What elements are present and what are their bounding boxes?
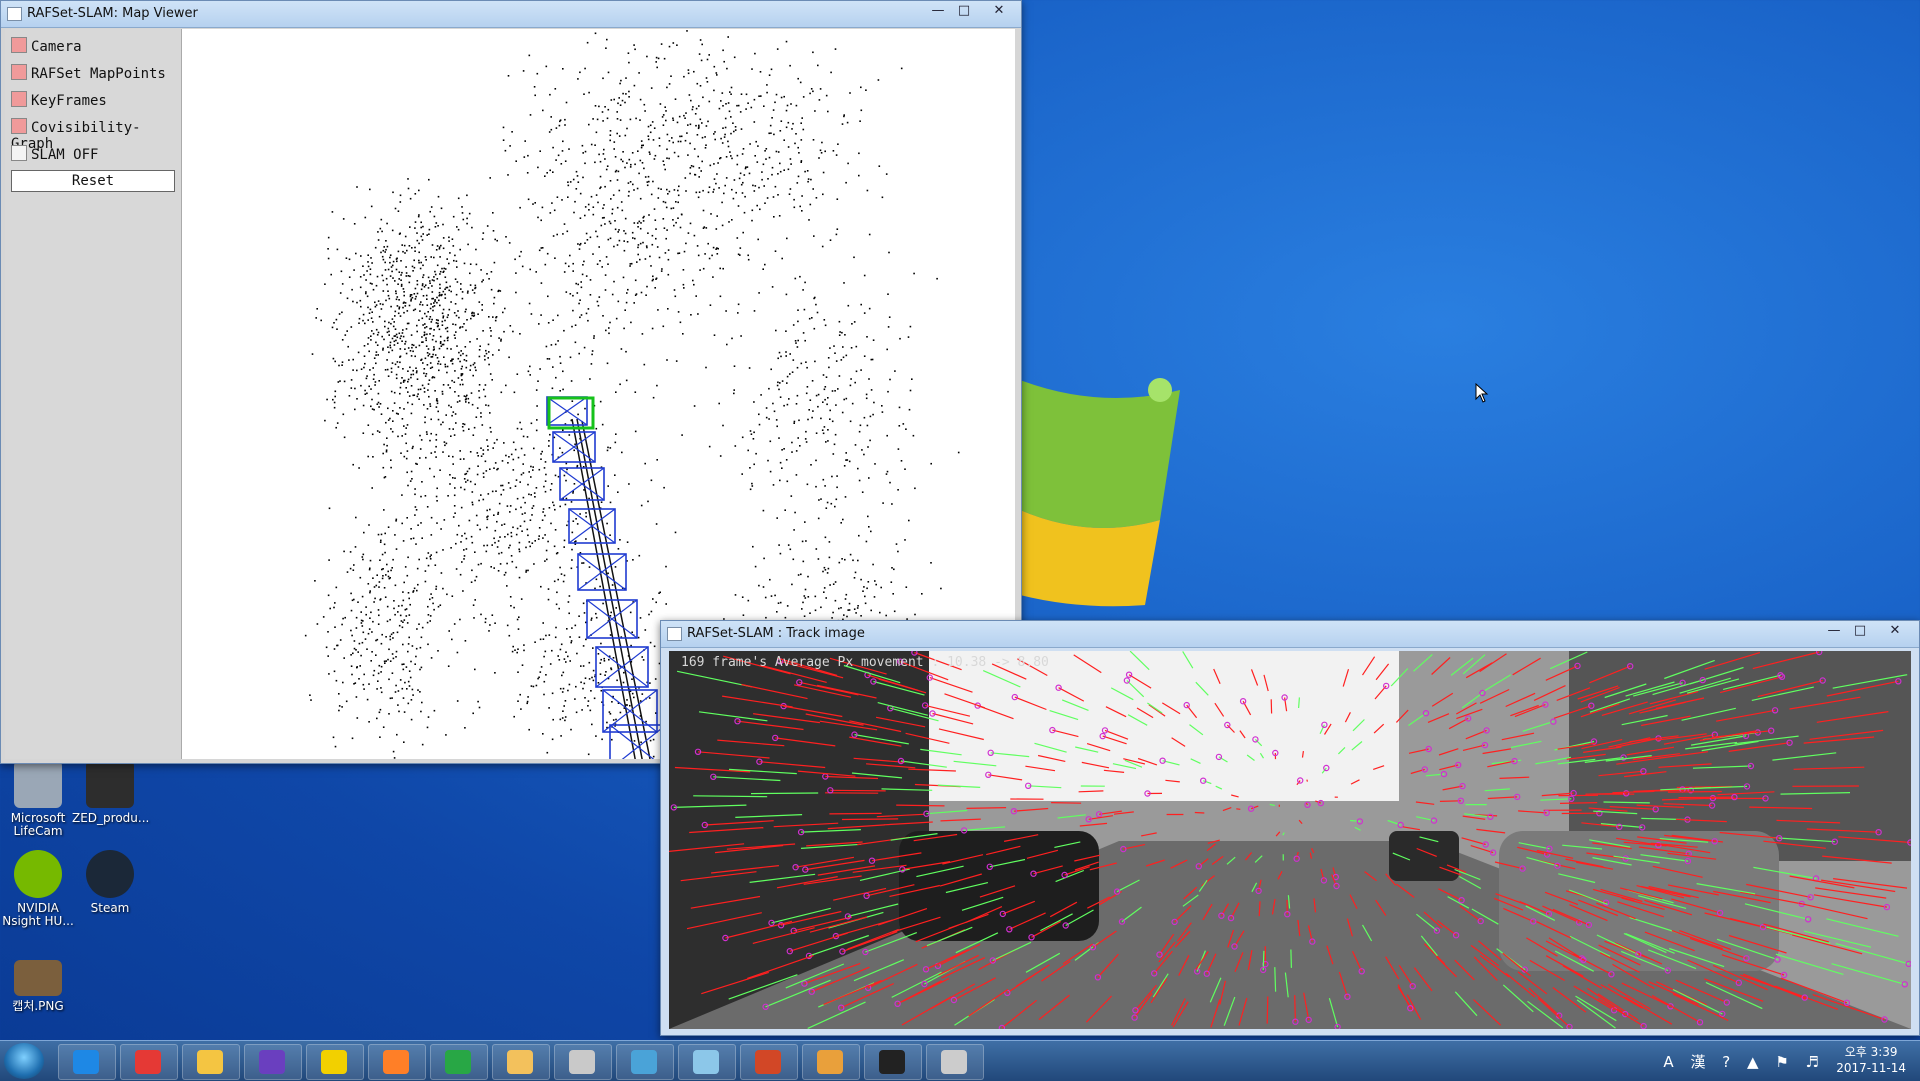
control-panel-icon (631, 1050, 657, 1074)
toggle-label: Camera (31, 39, 82, 55)
taskbar-folder[interactable] (492, 1044, 550, 1080)
taskbar-app-green[interactable] (430, 1044, 488, 1080)
desktop-icon-label: NVIDIA Nsight HU... (2, 901, 74, 928)
window-title: RAFSet-SLAM : Track image (687, 626, 865, 641)
checkbox[interactable] (11, 145, 27, 161)
nvidia-icon (14, 850, 62, 898)
kakaotalk-icon (321, 1050, 347, 1074)
checkbox[interactable] (11, 64, 27, 80)
car-left (899, 831, 1099, 941)
zed-camera-icon (86, 760, 134, 808)
movement-overlay-text: 169 frame's Average Px movement : 10.38 … (681, 655, 1049, 670)
steam-icon (86, 850, 134, 898)
desktop-icon-capture[interactable]: 캡처.PNG (0, 960, 76, 1013)
windows-logo-wallpaper (1010, 370, 1210, 610)
taskbar-notepad[interactable] (678, 1044, 736, 1080)
window-title: RAFSet-SLAM: Map Viewer (27, 6, 198, 21)
system-tray: A 漢 ? ▲ ⚑ ♬ (1663, 1051, 1825, 1072)
visual-studio-icon (259, 1050, 285, 1074)
desktop-icon-lifecam[interactable]: Microsoft LifeCam (0, 760, 76, 838)
clock-date: 2017-11-14 (1836, 1060, 1906, 1076)
notepad-icon (693, 1050, 719, 1074)
taskbar-paint[interactable] (802, 1044, 860, 1080)
checkbox[interactable] (11, 91, 27, 107)
desktop-icon-label: Steam (91, 901, 130, 915)
checkbox[interactable] (11, 118, 27, 134)
track-image-titlebar[interactable]: RAFSet-SLAM : Track image — □ ✕ (661, 621, 1919, 648)
clock[interactable]: 오후 3:39 2017-11-14 (1836, 1044, 1906, 1076)
minimize-button[interactable]: — (1821, 622, 1847, 641)
close-button[interactable]: ✕ (1875, 622, 1915, 641)
taskbar-matlab[interactable] (368, 1044, 426, 1080)
desktop-icon-label: ZED_produ... (72, 811, 149, 825)
taskbar-control-panel[interactable] (616, 1044, 674, 1080)
taskbar-snipping-tool[interactable] (554, 1044, 612, 1080)
paint-icon (817, 1050, 843, 1074)
keyframe (553, 432, 595, 462)
reset-button[interactable]: Reset (11, 170, 175, 192)
minimize-button[interactable]: — (925, 2, 951, 21)
volume-icon[interactable]: ♬ (1806, 1053, 1825, 1071)
camera-toggle[interactable]: Camera (11, 37, 82, 59)
maximize-button[interactable]: □ (1847, 622, 1873, 641)
taskbar-internet-explorer[interactable] (58, 1044, 116, 1080)
toggle-label: SLAM OFF (31, 147, 98, 163)
cmd-icon (879, 1050, 905, 1074)
mappoints-toggle[interactable]: RAFSet MapPoints (11, 64, 166, 86)
file-explorer-icon (197, 1050, 223, 1074)
flag-icon[interactable]: ⚑ (1775, 1053, 1794, 1071)
toggle-label: RAFSet MapPoints (31, 66, 166, 82)
start-button[interactable] (4, 1043, 44, 1079)
help-icon[interactable]: ? (1722, 1053, 1736, 1071)
taskbar-app-window[interactable] (926, 1044, 984, 1080)
network-icon[interactable]: ▲ (1747, 1053, 1765, 1071)
control-panel: Camera RAFSet MapPoints KeyFrames Covisi… (5, 29, 182, 759)
taskbar-kakaotalk[interactable] (306, 1044, 364, 1080)
internet-explorer-icon (73, 1050, 99, 1074)
checkbox[interactable] (11, 37, 27, 53)
maximize-button[interactable]: □ (951, 2, 977, 21)
app-icon (7, 7, 22, 21)
map-viewer-titlebar[interactable]: RAFSet-SLAM: Map Viewer — □ ✕ (1, 1, 1021, 28)
desktop-icon-label: Microsoft LifeCam (11, 811, 66, 838)
ime-indicator[interactable]: A 漢 (1663, 1053, 1711, 1071)
desktop-icons: Microsoft LifeCam ZED_produ... NVIDIA Ns… (0, 750, 180, 1030)
chrome-icon (135, 1050, 161, 1074)
taskbar-chrome[interactable] (120, 1044, 178, 1080)
app-window-icon (941, 1050, 967, 1074)
keyframes-toggle[interactable]: KeyFrames (11, 91, 107, 113)
taskbar-powerpoint[interactable] (740, 1044, 798, 1080)
close-button[interactable]: ✕ (979, 2, 1019, 21)
powerpoint-icon (755, 1050, 781, 1074)
track-image-window: RAFSet-SLAM : Track image — □ ✕ 169 fram… (660, 620, 1920, 1036)
matlab-icon (383, 1050, 409, 1074)
taskbar: A 漢 ? ▲ ⚑ ♬ 오후 3:39 2017-11-14 (0, 1040, 1920, 1081)
taskbar-file-explorer[interactable] (182, 1044, 240, 1080)
keyframe (547, 397, 587, 425)
desktop-icon-steam[interactable]: Steam (72, 850, 148, 915)
desktop-icon-zed[interactable]: ZED_produ... (72, 760, 148, 825)
toggle-label: KeyFrames (31, 93, 107, 109)
camera-trajectory (572, 419, 652, 759)
keyframe (569, 509, 615, 543)
snipping-tool-icon (569, 1050, 595, 1074)
taskbar-visual-studio[interactable] (244, 1044, 302, 1080)
desktop-icon-nsight[interactable]: NVIDIA Nsight HU... (0, 850, 76, 928)
webcam-icon (14, 760, 62, 808)
mouse-cursor-icon (1475, 383, 1489, 403)
desktop-icon-label: 캡처.PNG (12, 999, 63, 1013)
slam-off-toggle[interactable]: SLAM OFF (11, 145, 98, 167)
taskbar-cmd[interactable] (864, 1044, 922, 1080)
track-features-plot (669, 651, 1911, 1029)
app-icon (667, 627, 682, 641)
covisibility-toggle[interactable]: Covisibility-Graph (11, 118, 181, 140)
folder-icon (507, 1050, 533, 1074)
track-image-canvas[interactable]: 169 frame's Average Px movement : 10.38 … (669, 651, 1911, 1029)
clock-time: 오후 3:39 (1836, 1044, 1906, 1060)
image-file-icon (14, 960, 62, 996)
app-green-icon (445, 1050, 471, 1074)
